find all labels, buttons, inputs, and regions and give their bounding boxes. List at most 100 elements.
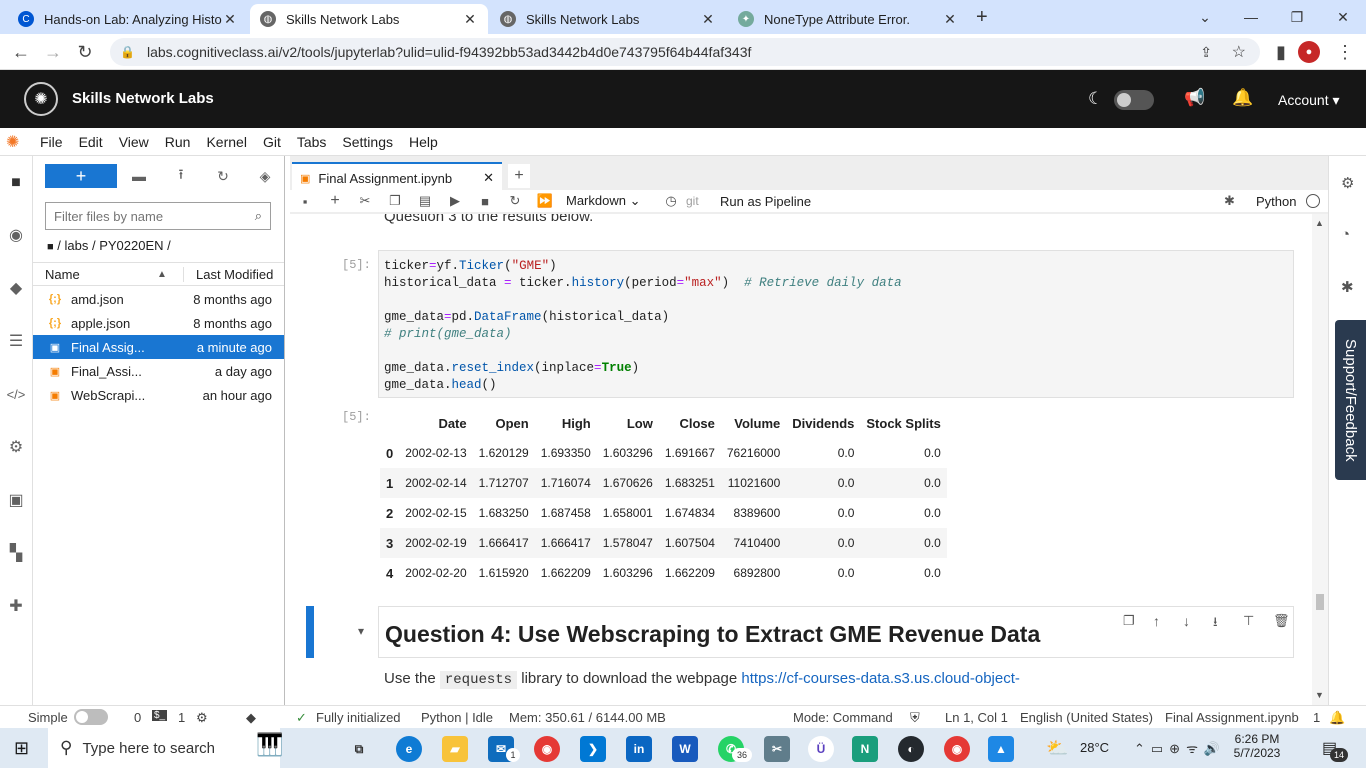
snipping-tool-icon[interactable]: ✂ — [764, 736, 790, 762]
file-row[interactable]: {;} apple.json 8 months ago — [33, 311, 284, 335]
simple-mode-toggle[interactable] — [74, 709, 108, 725]
restart-icon[interactable]: ↻ — [500, 193, 530, 209]
back-button[interactable]: ← — [8, 39, 34, 65]
scrollbar-thumb[interactable] — [1316, 594, 1324, 610]
tab-final-assignment[interactable]: ▣ Final Assignment.ipynb ✕ — [292, 162, 502, 192]
vscode-icon[interactable]: ❯ — [580, 736, 606, 762]
notification-count[interactable]: 1 — [1313, 710, 1320, 725]
move-down-icon[interactable]: ↓ — [1183, 613, 1190, 629]
github-icon[interactable]: ◐ — [898, 736, 924, 762]
task-view-icon[interactable]: ⧉ — [346, 736, 372, 762]
property-inspector-icon[interactable]: ⚙ — [5, 436, 27, 458]
resource-gauge-icon[interactable]: ◔ — [1341, 226, 1350, 243]
paste-icon[interactable]: ▤ — [410, 193, 440, 209]
move-up-icon[interactable]: ↑ — [1153, 613, 1160, 629]
kernel-status[interactable]: Python | Idle — [421, 710, 493, 725]
folder-icon[interactable]: ■ — [47, 241, 54, 253]
file-row[interactable]: ▣ WebScrapi... an hour ago — [33, 383, 284, 407]
taskbar-search-box[interactable]: ⚲ Type here to search — [48, 728, 280, 768]
new-folder-icon[interactable]: ▬ — [127, 164, 151, 188]
photos-icon[interactable]: ▲ — [988, 736, 1014, 762]
edge-icon[interactable]: e — [396, 736, 422, 762]
chrome-icon[interactable]: ◉ — [534, 736, 560, 762]
notification-bell-icon[interactable]: 🔔 — [1329, 710, 1345, 726]
folder-icon[interactable]: ■ — [5, 172, 27, 194]
refresh-icon[interactable]: ↻ — [211, 164, 235, 188]
pipeline-components-icon[interactable]: ▣ — [5, 489, 27, 511]
file-row[interactable]: ▣ Final_Assi... a day ago — [33, 359, 284, 383]
upload-icon[interactable]: ⭱ — [169, 164, 193, 188]
breadcrumb-path[interactable]: / labs / PY0220EN / — [57, 238, 170, 253]
file-row-selected[interactable]: ▣ Final Assig... a minute ago — [33, 335, 284, 359]
menu-tabs[interactable]: Tabs — [289, 134, 335, 150]
minimize-button[interactable]: — — [1228, 0, 1274, 34]
copy-icon[interactable]: ❐ — [380, 193, 410, 209]
column-modified-header[interactable]: Last Modified — [183, 266, 284, 282]
debugger-bug-icon[interactable]: ✱ — [1224, 193, 1235, 209]
linkedin-icon[interactable]: in — [626, 736, 652, 762]
support-feedback-button[interactable]: Support/Feedback — [1335, 320, 1366, 480]
language-selector[interactable]: English (United States) — [1020, 710, 1153, 725]
notebook-scrollbar[interactable]: ▲ ▼ — [1312, 214, 1328, 705]
new-tab-button[interactable]: + — [976, 6, 988, 29]
save-icon[interactable]: ▪ — [290, 194, 320, 209]
dark-mode-toggle[interactable] — [1114, 90, 1154, 110]
terminal-count[interactable]: 0 — [134, 710, 141, 725]
filter-files-field[interactable] — [54, 208, 255, 224]
property-gears-icon[interactable]: ⚙ — [1341, 174, 1354, 192]
announcement-icon[interactable]: 📢 — [1184, 88, 1205, 108]
menu-edit[interactable]: Edit — [71, 134, 111, 150]
cursor-position[interactable]: Ln 1, Col 1 — [945, 710, 1008, 725]
code-snippets-icon[interactable]: </> — [5, 383, 27, 405]
new-tab-plus-button[interactable]: + — [508, 164, 530, 188]
puzzle-extension-icon[interactable]: ✚ — [5, 595, 27, 617]
weather-cloud-icon[interactable]: ⛅ — [1046, 738, 1068, 759]
kernel-name[interactable]: Python — [1256, 194, 1296, 209]
close-icon[interactable]: ✕ — [462, 11, 478, 28]
menu-file[interactable]: File — [32, 134, 71, 150]
tab-search-icon[interactable]: ⌄ — [1182, 0, 1228, 34]
column-name-header[interactable]: Name — [45, 267, 157, 282]
cut-icon[interactable]: ✂ — [350, 193, 380, 209]
notification-bell-icon[interactable]: 🔔 — [1232, 88, 1253, 108]
address-bar[interactable]: 🔒 labs.cognitiveclass.ai/v2/tools/jupyte… — [110, 38, 1260, 66]
insert-above-icon[interactable]: ⭳ — [1213, 613, 1218, 635]
run-icon[interactable]: ▶ — [440, 193, 470, 209]
share-icon[interactable]: ⇪ — [1200, 44, 1212, 61]
insert-cell-icon[interactable]: + — [320, 192, 350, 210]
clock-icon[interactable]: ◷ — [656, 193, 686, 209]
running-sessions-icon[interactable]: ◉ — [5, 224, 27, 246]
file-explorer-icon[interactable]: ▰ — [442, 736, 468, 762]
close-icon[interactable]: ✕ — [942, 11, 958, 28]
stop-icon[interactable]: ■ — [470, 194, 500, 209]
run-all-icon[interactable]: ⏩ — [530, 193, 560, 209]
debugger-bug-icon[interactable]: ✱ — [1341, 278, 1354, 296]
chrome-active-icon[interactable]: ◉ — [944, 736, 970, 762]
table-of-contents-icon[interactable]: ☰ — [5, 330, 27, 352]
browser-tab-4[interactable]: ✦ NoneType Attribute Error. ✕ — [728, 4, 968, 34]
extensions-icon[interactable]: ▚ — [5, 542, 27, 564]
delete-cell-icon[interactable]: 🗑 — [1273, 613, 1290, 629]
git-icon[interactable]: ◆ — [5, 277, 27, 299]
filter-files-input[interactable]: ⌕ — [45, 202, 271, 230]
temperature[interactable]: 28°C — [1080, 740, 1109, 755]
new-launcher-button[interactable]: + — [45, 164, 117, 188]
webpage-link[interactable]: https://cf-courses-data.s3.us.cloud-obje… — [741, 670, 1019, 687]
menu-kernel[interactable]: Kernel — [198, 134, 254, 150]
bookmark-star-icon[interactable]: ☆ — [1232, 42, 1246, 62]
close-window-button[interactable]: ✕ — [1320, 0, 1366, 34]
reload-button[interactable]: ↻ — [72, 39, 98, 65]
maximize-button[interactable]: ❐ — [1274, 0, 1320, 34]
trusted-shield-icon[interactable]: ⛨ — [910, 710, 920, 726]
run-as-pipeline-button[interactable]: Run as Pipeline — [720, 194, 811, 209]
duplicate-cell-icon[interactable]: ❐ — [1123, 613, 1135, 629]
menu-help[interactable]: Help — [401, 134, 446, 150]
git-status-icon[interactable]: ◆ — [246, 710, 256, 726]
forward-button[interactable]: → — [40, 39, 66, 65]
git-clone-icon[interactable]: ◈ — [253, 164, 277, 188]
file-row[interactable]: {;} amd.json 8 months ago — [33, 287, 284, 311]
collapse-heading-caret-icon[interactable]: ▾ — [358, 624, 364, 638]
menu-git[interactable]: Git — [255, 134, 289, 150]
insert-below-icon[interactable]: ⊤ — [1243, 613, 1254, 629]
windows-start-icon[interactable]: ⊞ — [14, 738, 29, 759]
